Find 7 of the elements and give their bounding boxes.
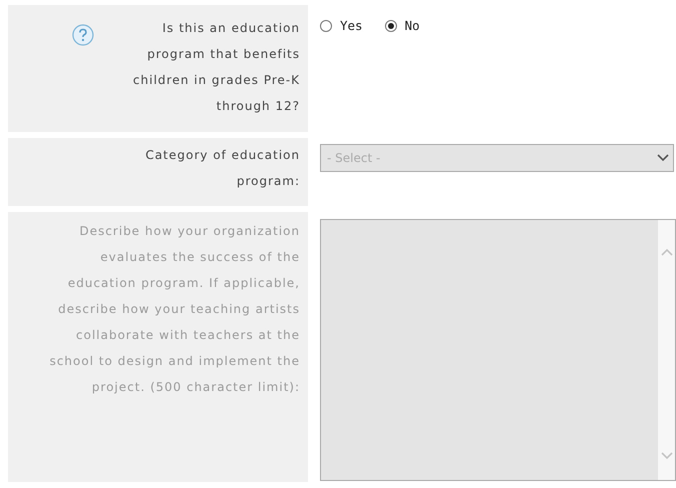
question-label: Describe how your organization evaluates the success of the education program. If applicable, describe how your teaching artists collaborate with teachers at the school to design and implement the project. (500 character limit):: [48, 223, 300, 396]
question-label: Category of education program:: [144, 147, 300, 190]
help-icon[interactable]: [72, 24, 94, 46]
radio-option[interactable]: No: [384, 18, 420, 33]
chevron-down-icon: [657, 154, 669, 162]
radio-option[interactable]: Yes: [320, 18, 363, 33]
question-label: Is this an education program that benefits children in grades Pre-K through 12?: [132, 20, 300, 115]
